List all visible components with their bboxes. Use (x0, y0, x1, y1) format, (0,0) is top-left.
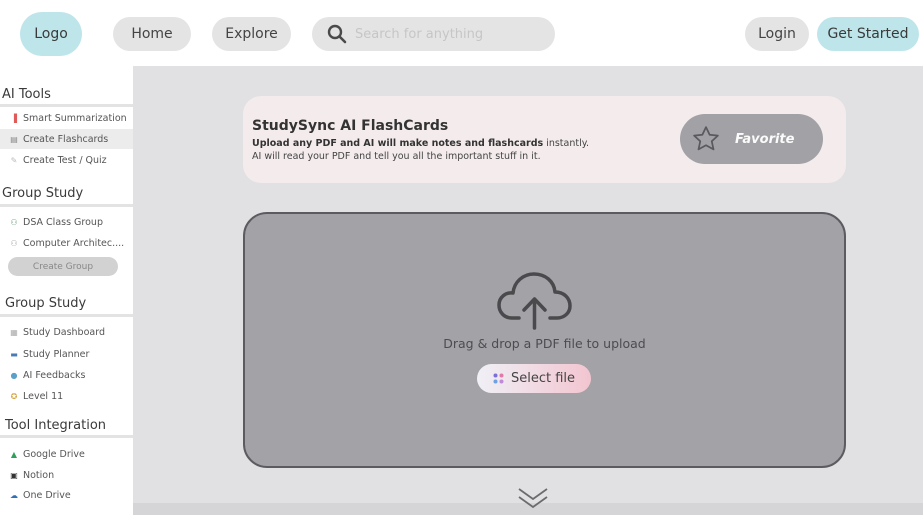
sidebar-item-label: DSA Class Group (23, 216, 103, 228)
sidebar-item-label: Study Planner (23, 348, 90, 360)
sidebar-item-ai-feedbacks[interactable]: ● AI Feedbacks (0, 365, 133, 385)
sidebar-item-label: Study Dashboard (23, 326, 105, 338)
top-nav-bar: Logo Home Explore Login Get Started (0, 0, 923, 66)
planner-icon: ▬ (10, 349, 18, 359)
pdf-drop-zone[interactable]: Drag & drop a PDF file to upload Select … (243, 212, 846, 468)
sidebar-item-label: Level 11 (23, 390, 64, 402)
star-icon (693, 126, 719, 151)
group-icon: ⚇ (10, 238, 18, 248)
sidebar-item-dsa-class-group[interactable]: ⚇ DSA Class Group (0, 212, 133, 232)
upload-instructions: Drag & drop a PDF file to upload (443, 336, 646, 351)
sidebar-item-label: Smart Summarization (23, 112, 127, 124)
sidebar-item-google-drive[interactable]: ▲ Google Drive (0, 444, 133, 464)
cloud-upload-icon (497, 272, 572, 330)
get-started-button[interactable]: Get Started (817, 17, 919, 51)
create-group-button[interactable]: Create Group (8, 257, 118, 276)
section-divider (0, 314, 133, 317)
banner-description: Upload any PDF and AI will make notes an… (252, 137, 592, 163)
sidebar-item-label: Notion (23, 469, 55, 481)
sidebar-item-label: Create Test / Quiz (23, 154, 107, 166)
feedback-icon: ● (10, 370, 18, 380)
search-input[interactable] (355, 26, 545, 42)
search-bar[interactable] (312, 17, 555, 51)
sidebar-item-computer-architecture[interactable]: ⚇ Computer Architec.... (0, 233, 133, 253)
section-divider (0, 104, 133, 107)
banner-description-bold: Upload any PDF and AI will make notes an… (252, 138, 544, 149)
group-icon: ⚇ (10, 217, 18, 227)
quiz-icon: ✎ (10, 155, 18, 165)
sidebar-item-one-drive[interactable]: ☁ One Drive (0, 485, 133, 505)
sidebar-item-create-test-quiz[interactable]: ✎ Create Test / Quiz (0, 150, 133, 170)
section-divider (0, 204, 133, 207)
sidebar-item-label: Google Drive (23, 448, 85, 460)
nav-home-button[interactable]: Home (113, 17, 191, 51)
sidebar-item-smart-summarization[interactable]: ▐ Smart Summarization (0, 108, 133, 128)
login-button[interactable]: Login (745, 17, 809, 51)
sidebar-item-create-flashcards[interactable]: ▤ Create Flashcards (0, 129, 133, 149)
cards-icon: ▤ (10, 134, 18, 144)
favorite-button[interactable]: Favorite (680, 114, 823, 164)
sidebar: AI Tools ▐ Smart Summarization ▤ Create … (0, 66, 133, 515)
sidebar-item-label: Create Flashcards (23, 133, 109, 145)
select-file-label: Select file (510, 371, 576, 386)
dashboard-icon: ▦ (10, 327, 18, 337)
nav-explore-button[interactable]: Explore (212, 17, 291, 51)
section-title-group-study: Group Study (2, 186, 84, 201)
page-title: StudySync AI FlashCards (252, 118, 449, 134)
main-content: StudySync AI FlashCards Upload any PDF a… (133, 66, 923, 515)
section-title-tool-integration: Tool Integration (5, 418, 107, 433)
onedrive-icon: ☁ (10, 490, 18, 500)
apps-dots-icon (493, 373, 504, 384)
logo-button[interactable]: Logo (20, 12, 82, 56)
sidebar-item-label: AI Feedbacks (23, 369, 86, 381)
feature-banner: StudySync AI FlashCards Upload any PDF a… (243, 96, 846, 183)
sidebar-item-study-planner[interactable]: ▬ Study Planner (0, 344, 133, 364)
scroll-down-chevron-icon[interactable] (517, 486, 549, 512)
select-file-button[interactable]: Select file (477, 364, 591, 393)
section-title-study: Group Study (5, 296, 87, 311)
notion-icon: ▣ (10, 470, 18, 480)
badge-icon: ✪ (10, 391, 18, 401)
sidebar-item-study-dashboard[interactable]: ▦ Study Dashboard (0, 322, 133, 342)
document-icon: ▐ (10, 113, 18, 123)
sidebar-item-label: One Drive (23, 489, 71, 501)
sidebar-item-label: Computer Architec.... (23, 237, 125, 249)
search-icon (327, 24, 347, 44)
google-drive-icon: ▲ (10, 449, 18, 459)
section-title-ai-tools: AI Tools (2, 87, 51, 102)
favorite-label: Favorite (735, 131, 795, 147)
section-divider (0, 435, 133, 438)
sidebar-item-notion[interactable]: ▣ Notion (0, 465, 133, 485)
sidebar-item-level[interactable]: ✪ Level 11 (0, 386, 133, 406)
